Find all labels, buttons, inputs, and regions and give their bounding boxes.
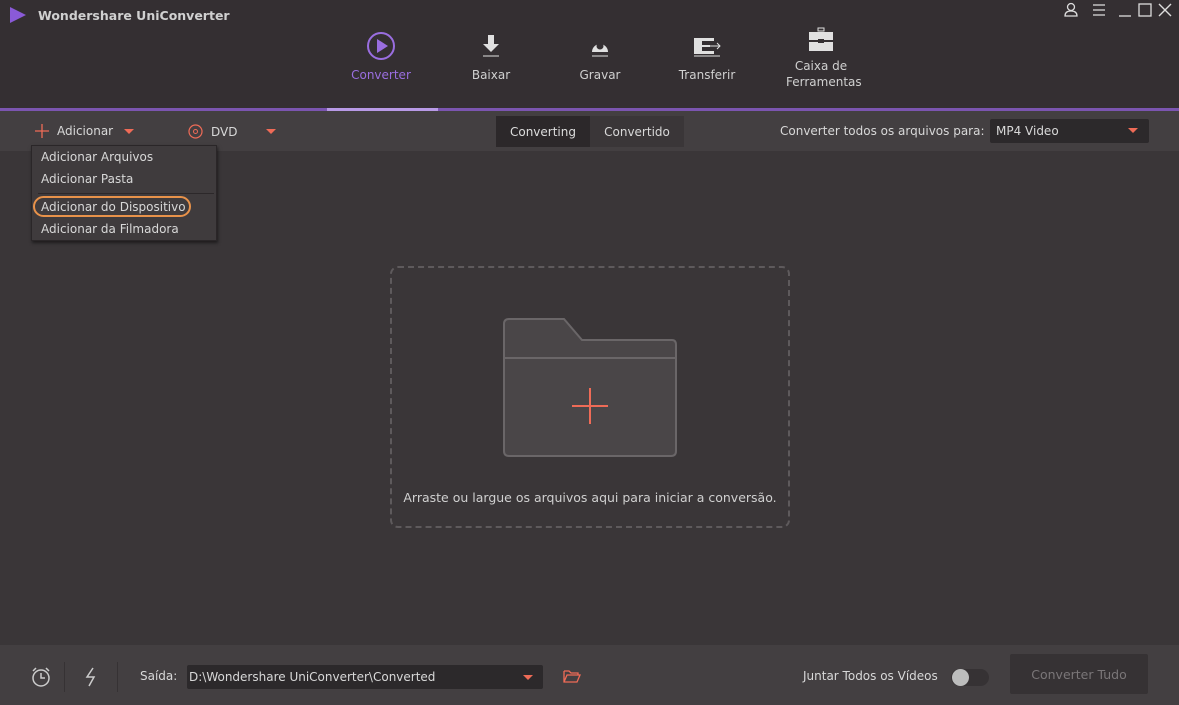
app-logo-icon [10,7,26,23]
nav-label: Transferir [678,68,736,82]
maximize-icon[interactable] [1138,2,1152,22]
menu-item-add-files[interactable]: Adicionar Arquivos [41,150,153,164]
plus-icon [35,124,49,138]
nav-baixar[interactable]: Baixar [436,30,546,82]
dvd-icon [188,124,203,139]
nav-label: Converter [351,68,411,82]
divider [64,662,65,692]
chevron-down-icon [1128,128,1138,133]
add-label: Adicionar [57,124,114,138]
nav-label: Caixa de Ferramentas [786,59,862,89]
output-path-select[interactable]: D:\Wondershare UniConverter\Converted [187,665,543,689]
add-folder-icon[interactable] [502,318,678,458]
format-select[interactable]: MP4 Video [990,119,1149,143]
nav-gravar[interactable]: Gravar [545,30,655,82]
close-icon[interactable] [1158,2,1172,22]
app-title: Wondershare UniConverter [38,8,230,23]
menu-icon[interactable] [1092,2,1106,22]
add-menu: Adicionar Arquivos Adicionar Pasta Adici… [31,145,217,241]
burn-icon [592,42,608,57]
dvd-dropdown-caret[interactable] [266,129,276,134]
add-dropdown-caret[interactable] [124,129,134,134]
nav-converter[interactable]: Converter [326,30,436,82]
convert-all-label: Converter todos os arquivos para: [780,124,985,138]
divider [117,662,118,692]
download-icon [483,35,499,57]
convert-all-button[interactable]: Converter Tudo [1010,654,1148,694]
highlight-ring [33,196,191,217]
merge-toggle[interactable] [951,669,989,686]
tab-convertido[interactable]: Convertido [590,116,684,147]
add-button[interactable]: Adicionar [35,124,113,138]
nav-toolbox[interactable]: Caixa de Ferramentas [766,26,876,90]
chevron-down-icon [523,675,533,680]
dvd-button[interactable]: DVD [188,124,237,139]
menu-divider [38,193,214,194]
status-tabs: Converting Convertido [496,116,684,147]
menu-item-add-folder[interactable]: Adicionar Pasta [41,172,133,186]
schedule-alarm-icon[interactable] [30,666,52,688]
account-icon[interactable] [1064,2,1078,22]
toggle-knob [952,669,969,686]
dvd-label: DVD [211,124,238,139]
nav-label: Gravar [579,68,621,82]
menu-item-add-from-camcorder[interactable]: Adicionar da Filmadora [41,222,179,236]
transfer-icon [694,38,721,57]
format-value: MP4 Video [996,124,1059,138]
nav-label: Baixar [471,68,511,82]
tab-converting[interactable]: Converting [496,116,590,147]
open-folder-icon[interactable] [563,669,581,684]
convert-icon [367,32,395,60]
nav-transferir[interactable]: Transferir [652,30,762,82]
drop-hint: Arraste ou largue os arquivos aqui para … [403,490,777,505]
merge-label: Juntar Todos os Vídeos [803,669,938,683]
output-label: Saída: [140,669,178,683]
output-path: D:\Wondershare UniConverter\Converted [189,670,436,684]
toolbox-icon [809,27,833,51]
high-speed-icon[interactable] [84,666,98,688]
minimize-icon[interactable] [1118,2,1132,22]
